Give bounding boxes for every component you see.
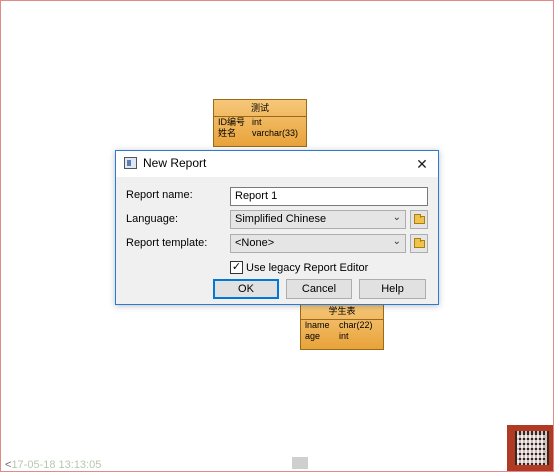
chevron-down-icon: ⌄ [392, 212, 401, 223]
language-select-value: Simplified Chinese [235, 213, 327, 225]
column-type: int [339, 331, 349, 341]
column-name: lname [305, 320, 330, 330]
report-name-label: Report name: [126, 189, 193, 201]
dialog-body: Report name: Report 1 Language: Simplifi… [116, 177, 438, 304]
table-entity-students[interactable]: 学生表 lname char(22) age int [300, 303, 384, 350]
report-template-label: Report template: [126, 237, 208, 249]
cancel-button[interactable]: Cancel [286, 279, 352, 299]
folder-icon [414, 238, 425, 248]
column-name: ID编号 [218, 117, 246, 127]
close-button[interactable]: ✕ [412, 154, 432, 174]
legacy-editor-option[interactable]: ✓ Use legacy Report Editor [230, 261, 368, 274]
table-entity-test[interactable]: 测试 ID编号 int 姓名 varchar(33) [213, 99, 307, 147]
legacy-editor-checkbox[interactable]: ✓ [230, 261, 243, 274]
column-type: int [252, 117, 262, 127]
language-label: Language: [126, 213, 178, 225]
entity-title: 学生表 [301, 304, 383, 320]
folder-icon [414, 214, 425, 224]
qr-code-watermark [507, 425, 553, 471]
entity-row: 姓名 varchar(33) [214, 128, 306, 139]
dialog-title: New Report [143, 156, 207, 170]
column-name: age [305, 331, 321, 341]
column-type: char(22) [339, 320, 373, 330]
entity-row: ID编号 int [214, 117, 306, 128]
entity-row: age int [301, 331, 383, 342]
column-type: varchar(33) [252, 128, 299, 138]
report-template-select[interactable]: <None> ⌄ [230, 234, 406, 253]
legacy-editor-label: Use legacy Report Editor [246, 261, 369, 274]
template-browse-button[interactable] [410, 234, 428, 253]
report-name-input[interactable]: Report 1 [230, 187, 428, 206]
new-report-dialog: New Report ✕ Report name: Report 1 Langu… [115, 150, 439, 305]
language-select[interactable]: Simplified Chinese ⌄ [230, 210, 406, 229]
language-browse-button[interactable] [410, 210, 428, 229]
timestamp-text: 17-05-18 13:13:05 [11, 459, 102, 471]
dialog-titlebar[interactable]: New Report ✕ [116, 151, 438, 177]
diagram-canvas[interactable]: 测试 ID编号 int 姓名 varchar(33) 学生表 lname cha… [0, 0, 554, 472]
horizontal-scrollbar-thumb[interactable] [292, 457, 308, 469]
window-icon [124, 157, 137, 169]
help-button[interactable]: Help [359, 279, 426, 299]
entity-row: lname char(22) [301, 320, 383, 331]
entity-title: 测试 [214, 100, 306, 117]
ok-button[interactable]: OK [213, 279, 279, 299]
column-name: 姓名 [218, 128, 237, 138]
status-timestamp: <17-05-18 13:13:05 [5, 459, 101, 471]
report-template-select-value: <None> [235, 237, 275, 249]
chevron-down-icon: ⌄ [392, 236, 401, 247]
qr-code-pattern-overlay [517, 435, 545, 463]
